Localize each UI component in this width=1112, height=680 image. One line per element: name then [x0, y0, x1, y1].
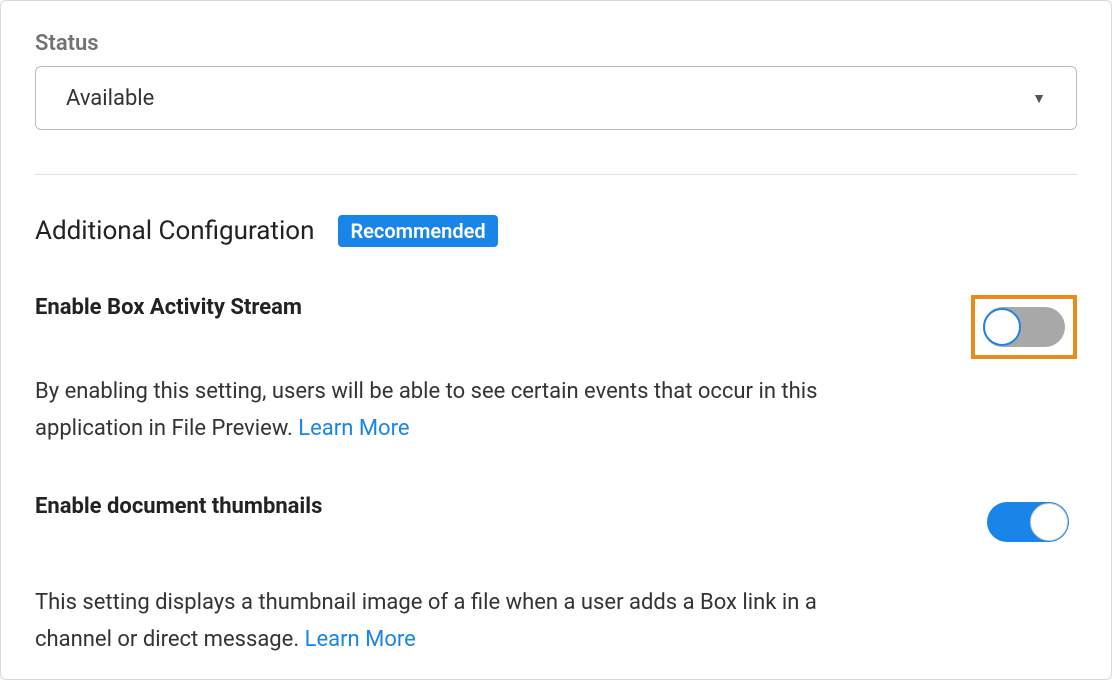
setting-document-thumbnails: Enable document thumbnails This setting …	[35, 494, 1077, 659]
caret-down-icon: ▼	[1032, 90, 1046, 107]
setting-activity-stream: Enable Box Activity Stream By enabling t…	[35, 295, 1077, 448]
learn-more-link[interactable]: Learn More	[298, 416, 409, 441]
recommended-badge: Recommended	[338, 215, 497, 247]
status-label: Status	[35, 31, 1077, 56]
setting-desc-activity-stream: By enabling this setting, users will be …	[35, 373, 845, 448]
learn-more-link[interactable]: Learn More	[305, 627, 416, 652]
setting-desc-document-thumbnails: This setting displays a thumbnail image …	[35, 584, 845, 659]
setting-desc-text: This setting displays a thumbnail image …	[35, 590, 817, 652]
toggle-knob	[983, 308, 1021, 346]
toggle-knob	[1030, 503, 1068, 541]
section-header: Additional Configuration Recommended	[35, 215, 1077, 247]
status-selected-value: Available	[66, 86, 154, 111]
divider	[35, 174, 1077, 175]
toggle-highlight-box	[971, 295, 1077, 359]
setting-desc-text: By enabling this setting, users will be …	[35, 379, 817, 441]
setting-title-activity-stream: Enable Box Activity Stream	[35, 295, 302, 320]
section-title: Additional Configuration	[35, 216, 314, 246]
settings-panel: Status Available ▼ Additional Configurat…	[0, 0, 1112, 680]
toggle-document-thumbnails[interactable]	[987, 502, 1069, 542]
toggle-activity-stream[interactable]	[983, 307, 1065, 347]
setting-title-document-thumbnails: Enable document thumbnails	[35, 494, 322, 519]
toggle-wrap	[979, 494, 1077, 550]
status-dropdown[interactable]: Available ▼	[35, 66, 1077, 130]
